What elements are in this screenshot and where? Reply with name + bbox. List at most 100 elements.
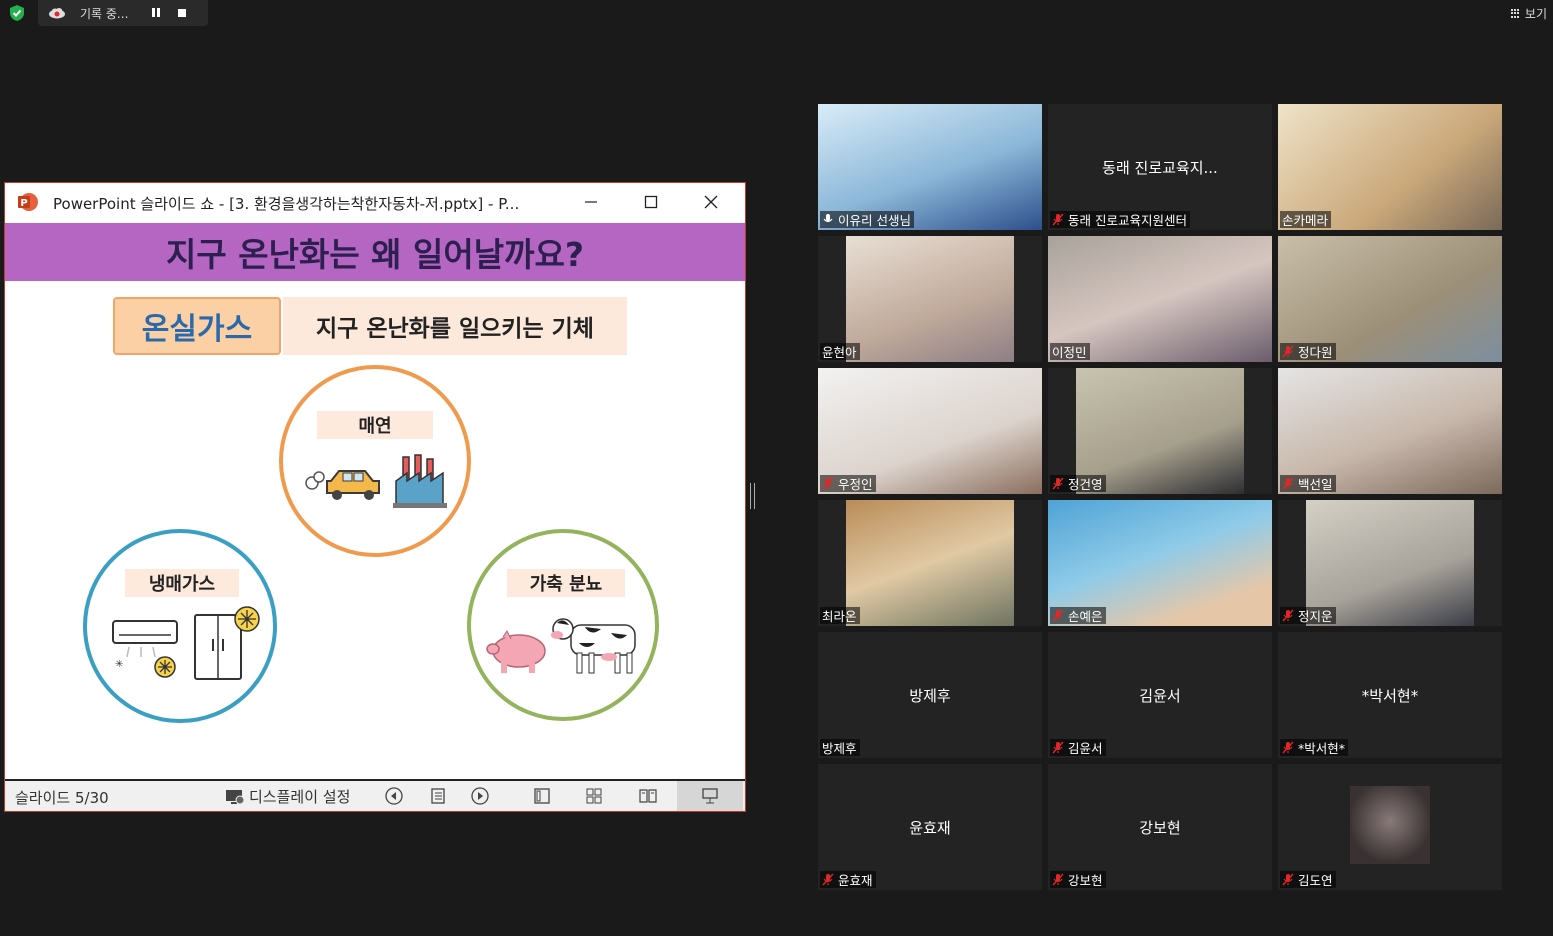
- participant-tile[interactable]: 백선일: [1278, 368, 1502, 494]
- participant-tile[interactable]: 이정민: [1048, 236, 1272, 362]
- minimize-button[interactable]: [571, 187, 611, 217]
- participant-name-tag: 이유리 선생님: [820, 211, 914, 228]
- slide-title: 지구 온난화는 왜 일어날까요?: [5, 223, 745, 281]
- participant-tile[interactable]: 손카메라: [1278, 104, 1502, 230]
- participant-tile[interactable]: 이유리 선생님: [818, 104, 1042, 230]
- participant-name-tag: *박서현*: [1280, 739, 1349, 756]
- participant-tile[interactable]: 김도연: [1278, 764, 1502, 890]
- muted-mic-icon: [1052, 213, 1064, 226]
- participant-name-tag: 정다원: [1280, 343, 1336, 360]
- circle-label: 냉매가스: [125, 569, 239, 597]
- muted-mic-icon: [1282, 345, 1294, 358]
- participant-tile[interactable]: 우정인: [818, 368, 1042, 494]
- participant-name-tag: 백선일: [1280, 475, 1336, 492]
- participant-name: 윤효재: [838, 873, 873, 888]
- view-label: 보기: [1524, 7, 1547, 21]
- slide-canvas[interactable]: 지구 온난화는 왜 일어날까요? 온실가스 지구 온난화를 일으키는 기체 매연: [5, 223, 745, 779]
- participant-tile[interactable]: 최라온: [818, 500, 1042, 626]
- muted-mic-icon: [1052, 741, 1064, 754]
- participant-name: 이정민: [1052, 345, 1087, 360]
- air-conditioner-icon: ✳: [112, 620, 178, 678]
- participant-name-tag: 윤현아: [820, 343, 860, 360]
- participant-name-tag: 김도연: [1280, 871, 1336, 888]
- close-button[interactable]: [691, 187, 731, 217]
- muted-mic-icon: [1282, 609, 1294, 622]
- muted-mic-icon: [822, 477, 834, 490]
- muted-mic-icon: [1052, 873, 1064, 886]
- svg-text:P: P: [20, 198, 27, 209]
- participant-name: 손카메라: [1282, 213, 1329, 228]
- maximize-button[interactable]: [631, 187, 671, 217]
- grid-icon: [1510, 8, 1521, 19]
- participant-name: 이유리 선생님: [838, 213, 911, 228]
- participant-name-tag: 정건영: [1050, 475, 1106, 492]
- muted-mic-icon: [1282, 477, 1294, 490]
- next-slide-icon[interactable]: [471, 787, 489, 805]
- refrigerator-icon: [194, 606, 260, 680]
- slideshow-icon: [702, 788, 718, 804]
- powerpoint-logo-icon: P: [18, 193, 38, 211]
- reading-view-icon[interactable]: [639, 787, 657, 805]
- participant-name: 강보현: [1068, 873, 1103, 888]
- participant-name-tag: 손카메라: [1280, 211, 1332, 228]
- participant-video: [846, 500, 1014, 626]
- participant-video: [846, 236, 1014, 362]
- pause-recording-button[interactable]: [152, 8, 162, 18]
- ppt-status-bar: 슬라이드 5/30 디스플레이 설정: [5, 779, 745, 811]
- participant-name: 김도연: [1298, 873, 1333, 888]
- exhaust-circle: 매연: [279, 365, 471, 557]
- muted-mic-icon: [1282, 741, 1294, 754]
- previous-slide-icon[interactable]: [385, 787, 403, 805]
- keyword-description: 지구 온난화를 일으키는 기체: [283, 297, 627, 355]
- participant-name-tag: 방제후: [820, 739, 860, 756]
- participant-tile[interactable]: 정지운: [1278, 500, 1502, 626]
- participant-name-tag: 동래 진로교육지원센터: [1050, 211, 1190, 228]
- muted-mic-icon: [822, 873, 834, 886]
- slideshow-view-button[interactable]: [677, 781, 743, 811]
- participant-tile[interactable]: *박서현* *박서현*: [1278, 632, 1502, 758]
- muted-mic-icon: [1052, 609, 1064, 622]
- close-icon: [704, 195, 718, 209]
- ppt-title-bar[interactable]: P PowerPoint 슬라이드 쇼 - [3. 환경을생각하는착한자동차-저…: [5, 183, 745, 221]
- stop-recording-button[interactable]: [178, 9, 186, 17]
- cloud-record-icon: [49, 8, 65, 19]
- recording-indicator: 기록 중...: [38, 0, 208, 26]
- car-exhaust-icon: [305, 470, 380, 500]
- circle-label: 가축 분뇨: [507, 569, 625, 597]
- participant-tile[interactable]: 윤효재 윤효재: [818, 764, 1042, 890]
- participant-name-tag: 김윤서: [1050, 739, 1106, 756]
- security-shield-icon[interactable]: [8, 4, 26, 22]
- pig-icon: [486, 630, 546, 673]
- participant-tile[interactable]: 김윤서 김윤서: [1048, 632, 1272, 758]
- participant-name-tag: 윤효재: [820, 871, 876, 888]
- display-settings-button[interactable]: 디스플레이 설정: [225, 786, 350, 807]
- participant-tile[interactable]: 방제후 방제후: [818, 632, 1042, 758]
- livestock-circle: 가축 분뇨: [467, 529, 659, 721]
- participant-name: 김윤서: [1068, 741, 1103, 756]
- normal-view-icon[interactable]: [533, 787, 551, 805]
- view-button[interactable]: 보기: [1510, 5, 1547, 22]
- participant-name: 동래 진로교육지원센터: [1068, 213, 1187, 228]
- monitor-icon: [226, 789, 245, 804]
- participant-name-tag: 최라온: [820, 607, 860, 624]
- participant-tile[interactable]: 손예은: [1048, 500, 1272, 626]
- participant-name-tag: 강보현: [1050, 871, 1106, 888]
- split-resize-handle[interactable]: [750, 483, 755, 509]
- participant-tile[interactable]: 동래 진로교육지... 동래 진로교육지원센터: [1048, 104, 1272, 230]
- circle-label: 매연: [317, 411, 433, 439]
- participant-name: 정지운: [1298, 609, 1333, 624]
- muted-mic-icon: [1282, 873, 1294, 886]
- participant-tile[interactable]: 강보현 강보현: [1048, 764, 1272, 890]
- slide-menu-icon[interactable]: [429, 787, 447, 805]
- participant-name: 방제후: [822, 741, 857, 756]
- maximize-icon: [644, 195, 658, 209]
- participant-tile[interactable]: 윤현아: [818, 236, 1042, 362]
- participant-tile[interactable]: 정건영: [1048, 368, 1272, 494]
- participant-tile[interactable]: 정다원: [1278, 236, 1502, 362]
- participant-name-tag: 손예은: [1050, 607, 1106, 624]
- slide-sorter-icon[interactable]: [585, 787, 603, 805]
- svg-text:✳: ✳: [115, 659, 123, 670]
- participant-name: *박서현*: [1298, 741, 1346, 756]
- cow-icon: [551, 618, 636, 674]
- participant-name: 백선일: [1298, 477, 1333, 492]
